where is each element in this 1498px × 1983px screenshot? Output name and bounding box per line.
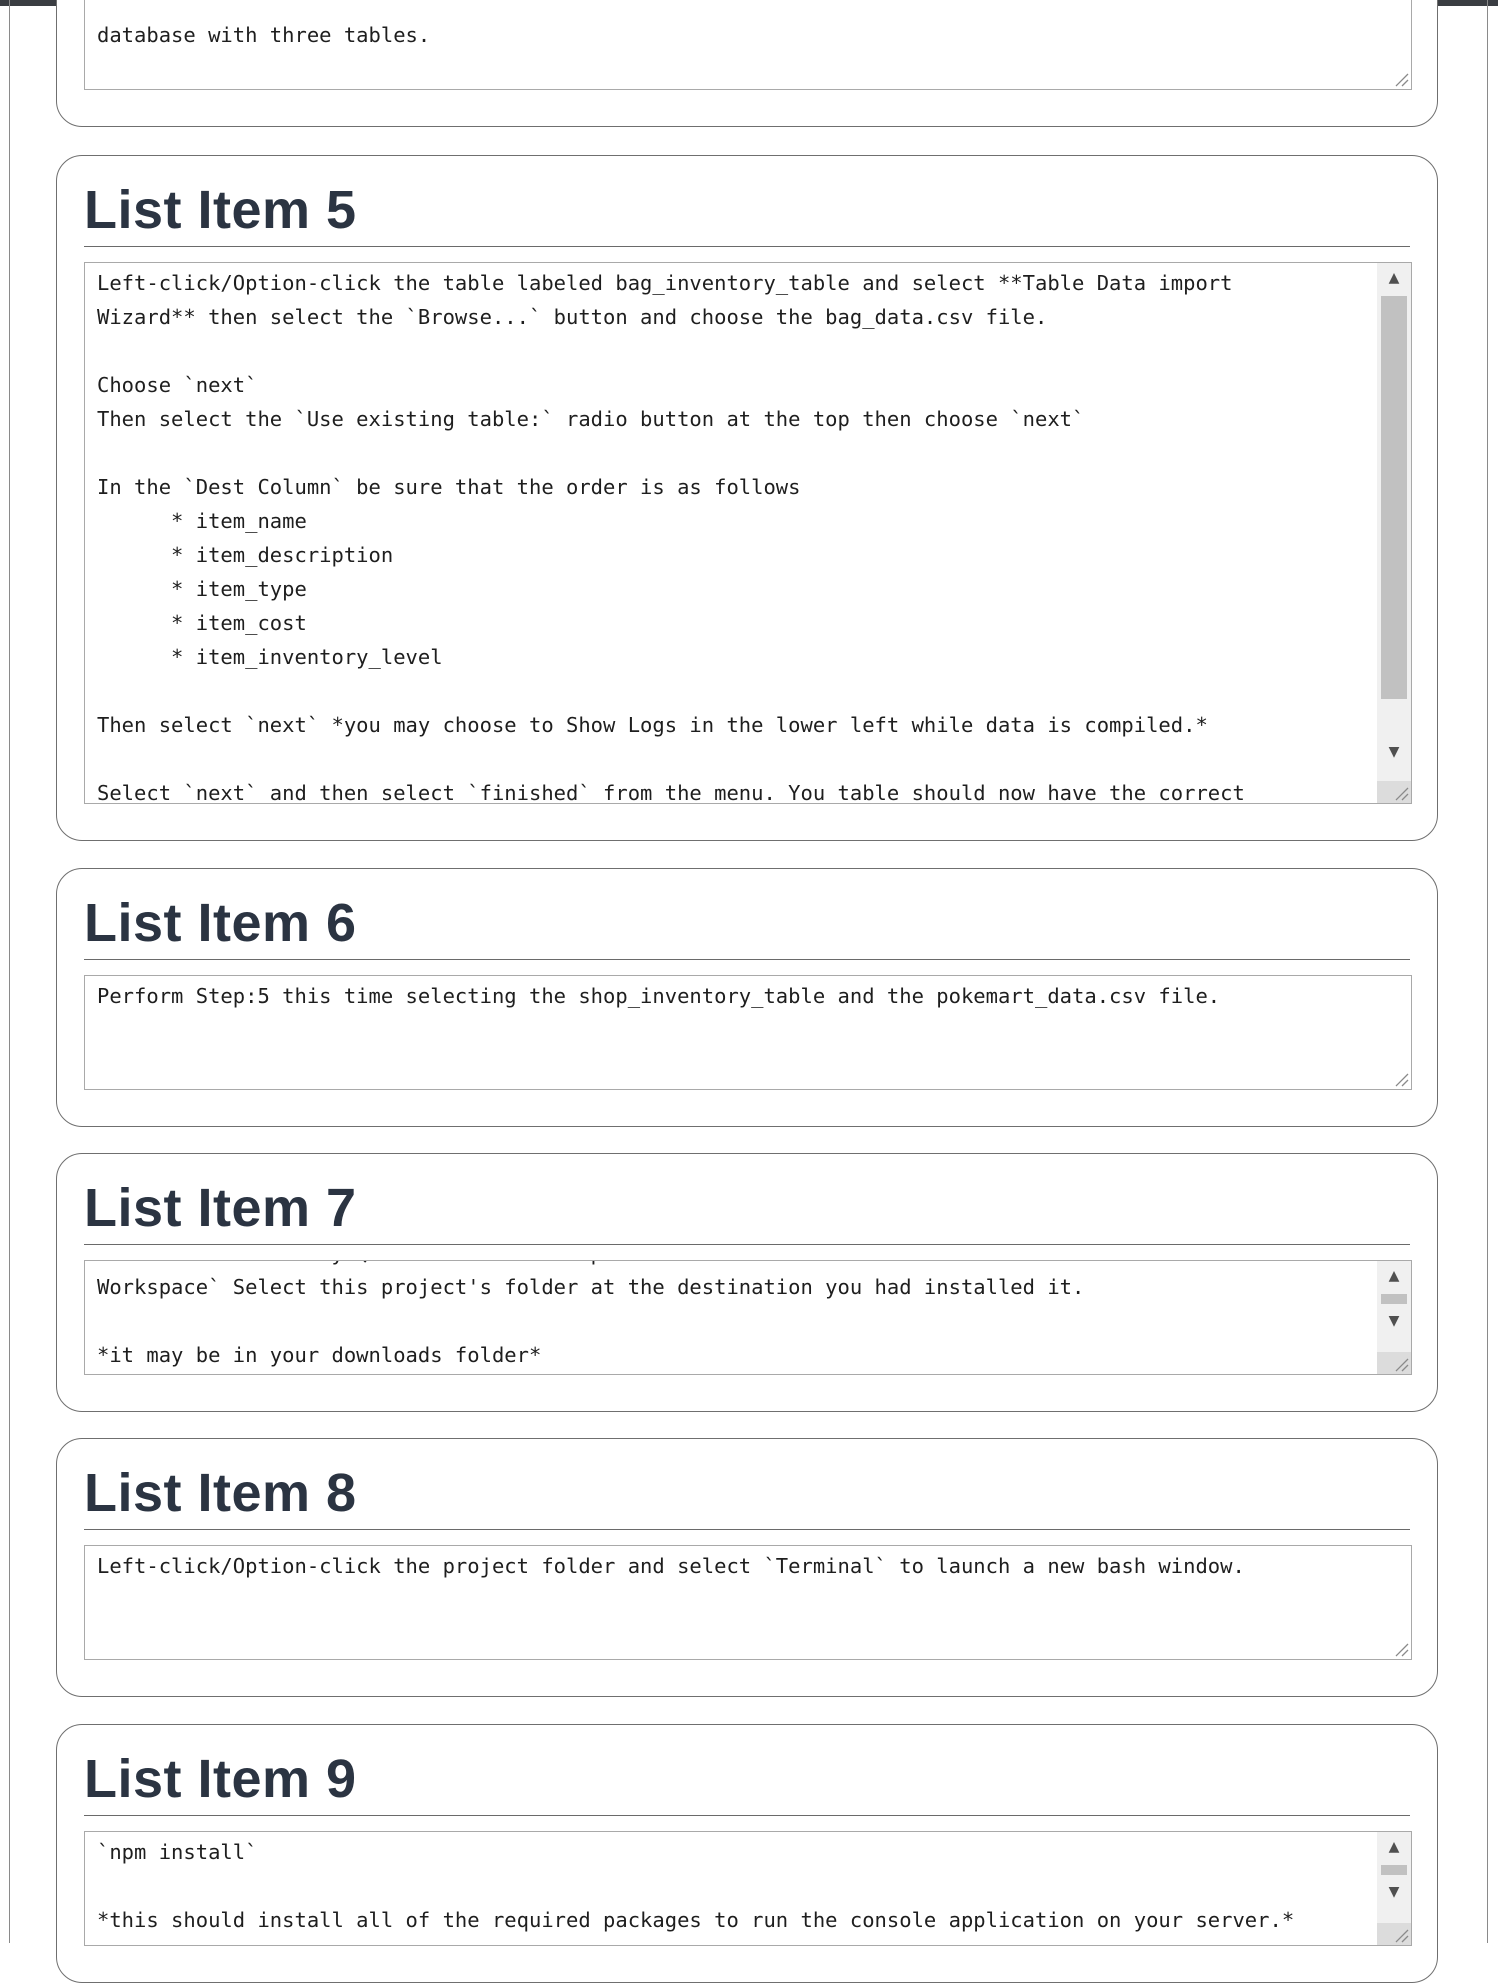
list-item-4-textarea[interactable]: database with three tables.: [84, 0, 1412, 90]
list-item-5-text: Left-click/Option-click the table labele…: [97, 271, 1245, 803]
list-item-9-heading: List Item 9: [84, 1749, 357, 1809]
heading-divider: [84, 1815, 1410, 1816]
list-item-card-4: database with three tables.: [56, 0, 1438, 127]
list-item-9-text: `npm install` *this should install all o…: [97, 1840, 1295, 1932]
list-item-7-text: You are done with mySQL workbench. Now o…: [97, 1261, 1270, 1367]
heading-divider: [84, 246, 1410, 247]
list-item-4-text: database with three tables.: [97, 23, 431, 47]
list-item-card-8: List Item 8 Left-click/Option-click the …: [56, 1438, 1438, 1697]
scroll-down-arrow-icon[interactable]: ▼: [1377, 1308, 1411, 1334]
scroll-down-arrow-icon[interactable]: ▼: [1377, 1879, 1411, 1905]
list-item-5-scrollbar[interactable]: ▲ ▼: [1377, 263, 1411, 803]
list-item-5-textarea[interactable]: Left-click/Option-click the table labele…: [84, 262, 1412, 804]
list-item-card-5: List Item 5 Left-click/Option-click the …: [56, 155, 1438, 841]
page-border-left: [9, 0, 10, 1943]
list-item-6-text: Perform Step:5 this time selecting the s…: [97, 984, 1221, 1008]
list-item-card-6: List Item 6 Perform Step:5 this time sel…: [56, 868, 1438, 1127]
scroll-up-arrow-icon[interactable]: ▲: [1377, 265, 1411, 291]
heading-divider: [84, 1529, 1410, 1530]
heading-divider: [84, 959, 1410, 960]
list-item-5-heading: List Item 5: [84, 180, 357, 240]
resize-grip-icon[interactable]: [1393, 1071, 1409, 1087]
scroll-up-arrow-icon[interactable]: ▲: [1377, 1834, 1411, 1860]
resize-grip-icon[interactable]: [1393, 1641, 1409, 1657]
resize-grip-icon[interactable]: [1393, 71, 1409, 87]
resize-grip-icon[interactable]: [1393, 785, 1409, 801]
scroll-thumb[interactable]: [1381, 1865, 1407, 1875]
list-item-7-heading: List Item 7: [84, 1178, 357, 1238]
list-item-6-textarea[interactable]: Perform Step:5 this time selecting the s…: [84, 975, 1412, 1090]
heading-divider: [84, 1244, 1410, 1245]
list-item-card-9: List Item 9 `npm install` *this should i…: [56, 1724, 1438, 1983]
list-item-6-heading: List Item 6: [84, 893, 357, 953]
list-item-7-textarea[interactable]: You are done with mySQL workbench. Now o…: [84, 1260, 1412, 1375]
list-item-9-textarea[interactable]: `npm install` *this should install all o…: [84, 1831, 1412, 1946]
scroll-thumb[interactable]: [1381, 1294, 1407, 1304]
list-item-card-7: List Item 7 You are done with mySQL work…: [56, 1153, 1438, 1412]
scroll-down-arrow-icon[interactable]: ▼: [1377, 739, 1411, 765]
page-border-right: [1487, 0, 1488, 1943]
scroll-thumb[interactable]: [1381, 296, 1407, 699]
list-item-8-text: Left-click/Option-click the project fold…: [97, 1554, 1245, 1578]
resize-grip-icon[interactable]: [1393, 1927, 1409, 1943]
resize-grip-icon[interactable]: [1393, 1356, 1409, 1372]
scroll-up-arrow-icon[interactable]: ▲: [1377, 1263, 1411, 1289]
list-item-8-textarea[interactable]: Left-click/Option-click the project fold…: [84, 1545, 1412, 1660]
list-item-8-heading: List Item 8: [84, 1463, 357, 1523]
